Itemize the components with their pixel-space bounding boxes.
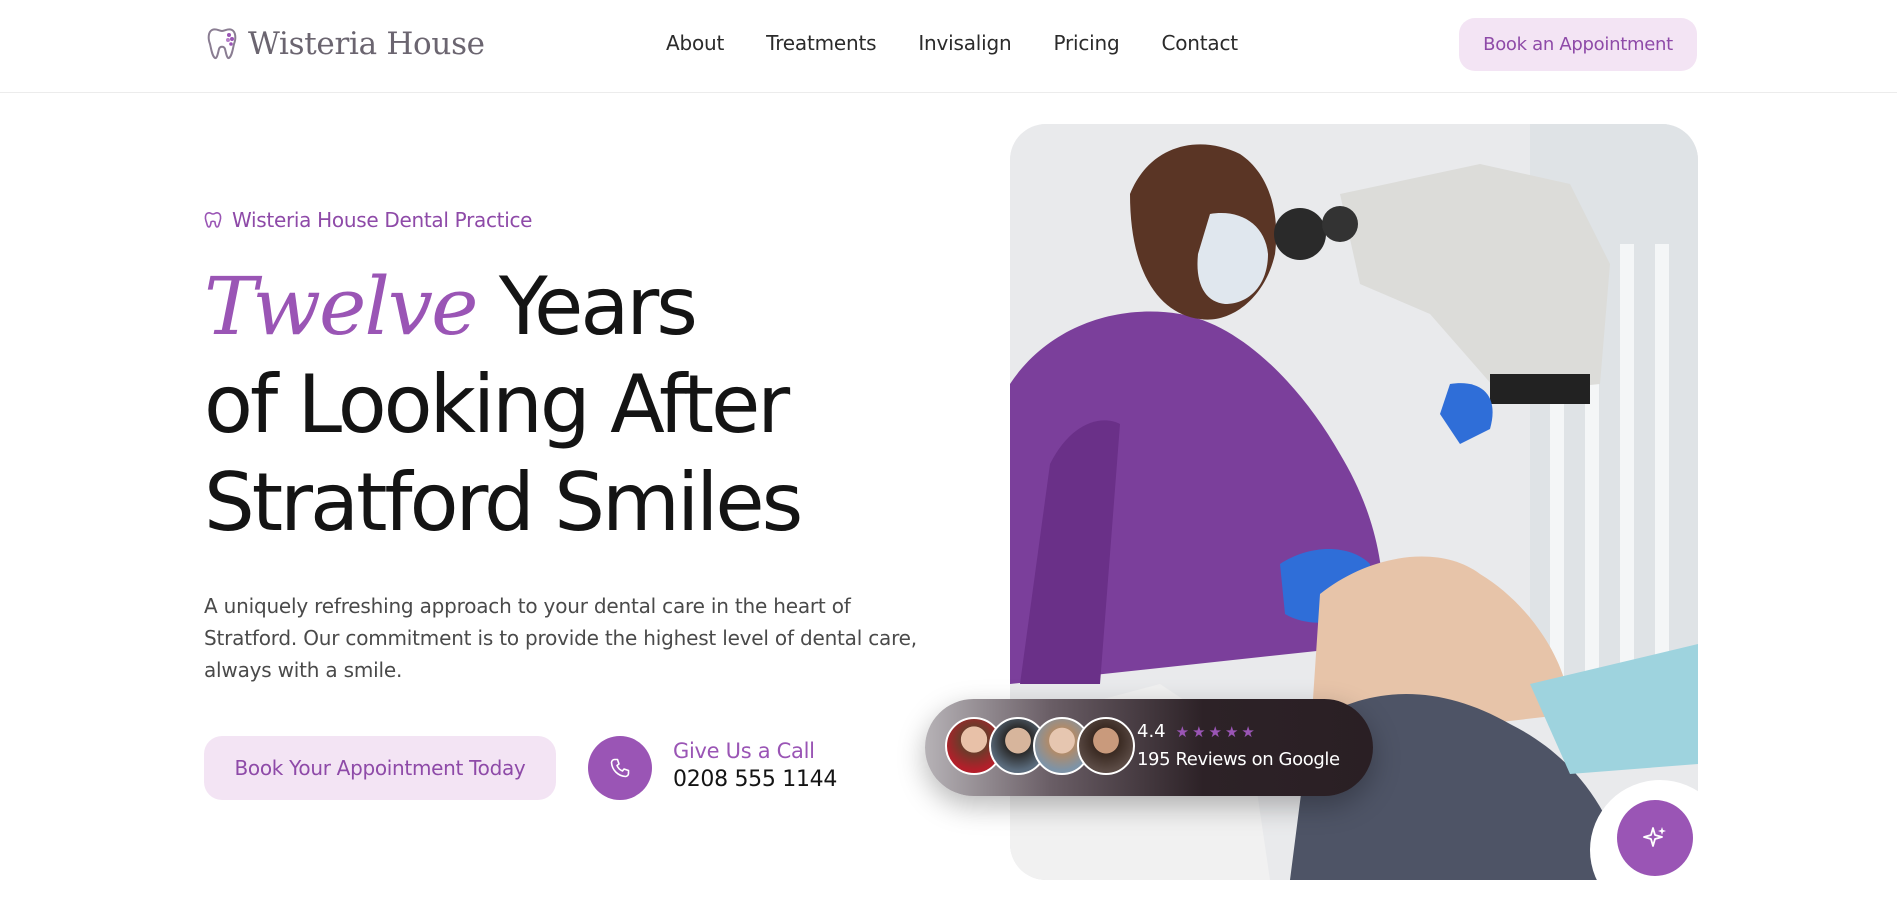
brand-name: Wisteria House	[248, 26, 485, 62]
headline-accent: Twelve	[204, 260, 478, 353]
google-reviews-badge[interactable]: 4.4 ★★★★★ 195 Reviews on Google	[925, 699, 1373, 796]
rating-value: 4.4	[1137, 721, 1166, 742]
phone-icon	[610, 758, 630, 778]
nav-invisalign[interactable]: Invisalign	[918, 31, 1011, 55]
sparkle-icon	[1643, 827, 1666, 847]
headline-line2: of Looking After	[204, 358, 790, 451]
nav-pricing[interactable]: Pricing	[1053, 31, 1119, 55]
phone-number[interactable]: 0208 555 1144	[673, 767, 837, 792]
hero-headline: Twelve Years of Looking After Stratford …	[204, 258, 803, 552]
rating-row: 4.4 ★★★★★	[1137, 721, 1258, 742]
reviewer-avatars	[945, 717, 1135, 775]
nav-treatments[interactable]: Treatments	[766, 31, 876, 55]
avatar	[1077, 717, 1135, 775]
nav-contact[interactable]: Contact	[1162, 31, 1239, 55]
star-rating-icon: ★★★★★	[1175, 723, 1258, 741]
logo[interactable]: Wisteria House	[206, 26, 485, 62]
eyebrow-label: Wisteria House Dental Practice	[232, 208, 533, 232]
hero-lead: A uniquely refreshing approach to your d…	[204, 594, 917, 682]
nav-about[interactable]: About	[666, 31, 724, 55]
tooth-icon	[204, 211, 222, 228]
main-nav: About Treatments Invisalign Pricing Cont…	[666, 31, 1238, 55]
site-header: Wisteria House About Treatments Invisali…	[0, 0, 1897, 93]
book-today-button[interactable]: Book Your Appointment Today	[204, 736, 556, 800]
book-appointment-button[interactable]: Book an Appointment	[1459, 18, 1697, 71]
call-label: Give Us a Call	[673, 739, 815, 763]
headline-line3: Stratford Smiles	[204, 456, 803, 549]
reviews-count: 195 Reviews on Google	[1137, 749, 1340, 770]
tooth-icon	[207, 28, 237, 60]
eyebrow: Wisteria House Dental Practice	[204, 208, 532, 232]
sparkle-button[interactable]	[1617, 800, 1693, 876]
call-button[interactable]	[588, 736, 652, 800]
headline-line1: Years	[498, 260, 698, 353]
